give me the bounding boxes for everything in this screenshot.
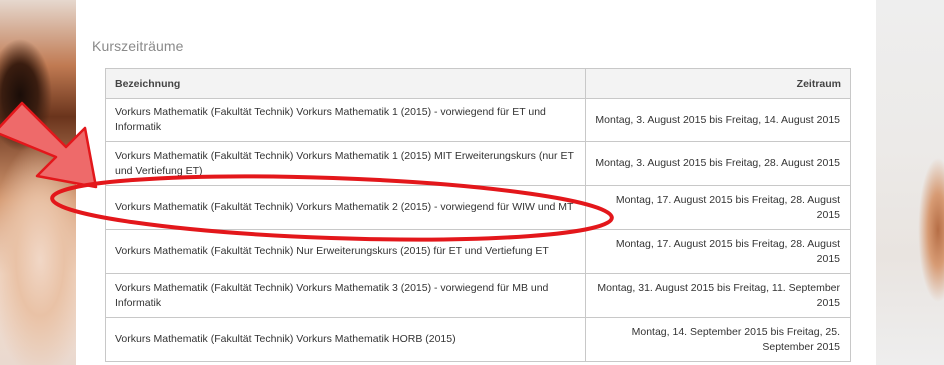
column-header-name[interactable]: Bezeichnung [105,68,586,99]
table-row-highlighted[interactable]: Vorkurs Mathematik (Fakultät Technik) Vo… [105,185,851,230]
table-row[interactable]: Vorkurs Mathematik (Fakultät Technik) Vo… [105,98,851,142]
course-period-cell: Montag, 17. August 2015 bis Freitag, 28.… [585,229,851,274]
table-row[interactable]: Vorkurs Mathematik (Fakultät Technik) Nu… [105,229,851,274]
course-period-cell: Montag, 3. August 2015 bis Freitag, 14. … [585,98,851,142]
section-title: Kurszeiträume [92,38,184,54]
course-period-cell: Montag, 31. August 2015 bis Freitag, 11.… [585,273,851,318]
table-header-row: Bezeichnung Zeitraum [105,68,851,99]
course-period-cell: Montag, 17. August 2015 bis Freitag, 28.… [585,185,851,230]
background-photo-right [876,0,944,365]
course-name-cell: Vorkurs Mathematik (Fakultät Technik) Vo… [105,185,586,230]
course-name-cell: Vorkurs Mathematik (Fakultät Technik) Vo… [105,317,586,362]
table-row[interactable]: Vorkurs Mathematik (Fakultät Technik) Vo… [105,317,851,362]
table-row[interactable]: Vorkurs Mathematik (Fakultät Technik) Vo… [105,141,851,186]
course-name-cell: Vorkurs Mathematik (Fakultät Technik) Vo… [105,273,586,318]
course-name-cell: Vorkurs Mathematik (Fakultät Technik) Vo… [105,141,586,186]
course-name-cell: Vorkurs Mathematik (Fakultät Technik) Vo… [105,98,586,142]
background-photo-left [0,0,76,365]
course-period-table: Bezeichnung Zeitraum Vorkurs Mathematik … [105,68,851,362]
page: Kurszeiträume Bezeichnung Zeitraum Vorku… [0,0,944,365]
column-header-period[interactable]: Zeitraum [585,68,851,99]
course-name-cell: Vorkurs Mathematik (Fakultät Technik) Nu… [105,229,586,274]
course-period-cell: Montag, 3. August 2015 bis Freitag, 28. … [585,141,851,186]
table-row[interactable]: Vorkurs Mathematik (Fakultät Technik) Vo… [105,273,851,318]
course-period-cell: Montag, 14. September 2015 bis Freitag, … [585,317,851,362]
